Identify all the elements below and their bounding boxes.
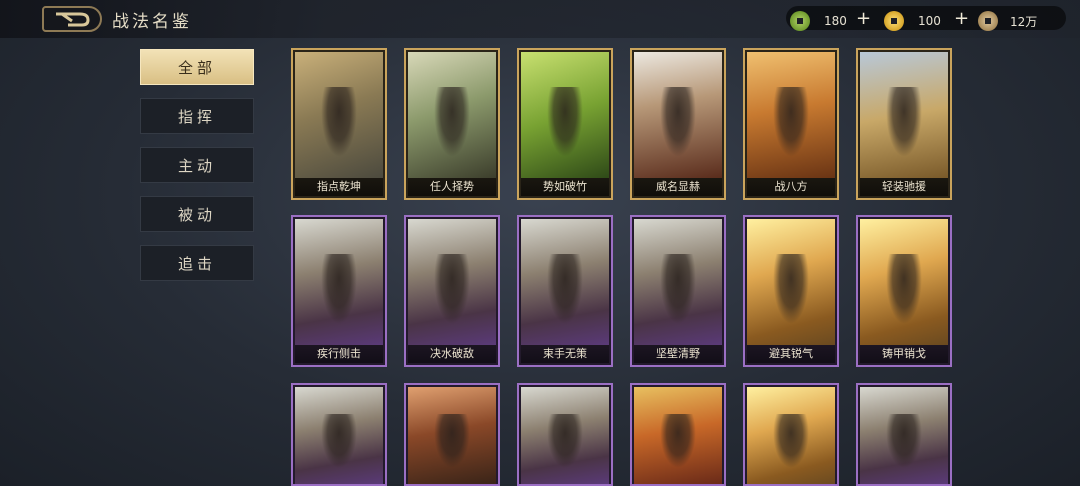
- resource-value: 180: [824, 14, 847, 28]
- card-art: [634, 219, 722, 345]
- tactic-card[interactable]: 束手无策: [517, 215, 613, 367]
- card-name: 任人择势: [408, 178, 496, 196]
- resource-jade[interactable]: 180: [790, 11, 847, 31]
- card-art: [408, 219, 496, 345]
- card-name: 铸甲销戈: [860, 345, 948, 363]
- card-art: [521, 219, 609, 345]
- tactic-card[interactable]: 铸甲销戈: [856, 215, 952, 367]
- card-art: [747, 52, 835, 178]
- page-title: 战法名鉴: [112, 12, 192, 32]
- resource-gold[interactable]: 100: [884, 11, 941, 31]
- card-name: 轻装驰援: [860, 178, 948, 196]
- tactic-card[interactable]: 决水破敌: [404, 215, 500, 367]
- resource-bar: 180 + 100 + 12万: [786, 6, 1066, 31]
- add-gold-button[interactable]: +: [954, 10, 969, 28]
- card-art: [521, 387, 609, 484]
- card-name: 避其锐气: [747, 345, 835, 363]
- card-name: 坚壁清野: [634, 345, 722, 363]
- card-name: 疾行侧击: [295, 345, 383, 363]
- filter-pursuit-tab[interactable]: 追击: [140, 245, 254, 281]
- card-art: [634, 387, 722, 484]
- card-art: [860, 219, 948, 345]
- jade-coin-icon: [790, 11, 810, 31]
- filter-passive-tab[interactable]: 被动: [140, 196, 254, 232]
- tactic-card[interactable]: [743, 383, 839, 486]
- tactic-card[interactable]: [404, 383, 500, 486]
- resource-value: 12万: [1010, 14, 1038, 29]
- card-name: 威名显赫: [634, 178, 722, 196]
- filter-active-tab[interactable]: 主动: [140, 147, 254, 183]
- add-jade-button[interactable]: +: [856, 10, 871, 28]
- tactic-card[interactable]: 战八方: [743, 48, 839, 200]
- card-name: 决水破敌: [408, 345, 496, 363]
- resource-bronze[interactable]: 12万: [978, 11, 1037, 31]
- card-name: 束手无策: [521, 345, 609, 363]
- tactic-card[interactable]: 避其锐气: [743, 215, 839, 367]
- tactic-card[interactable]: 势如破竹: [517, 48, 613, 200]
- card-art: [408, 387, 496, 484]
- card-name: 指点乾坤: [295, 178, 383, 196]
- card-art: [521, 52, 609, 178]
- card-art: [747, 387, 835, 484]
- filter-command-tab[interactable]: 指挥: [140, 98, 254, 134]
- card-art: [860, 52, 948, 178]
- filter-all-tab[interactable]: 全部: [140, 49, 254, 85]
- card-art: [747, 219, 835, 345]
- bronze-coin-icon: [978, 11, 998, 31]
- top-bar: 战法名鉴 180 + 100 + 12万: [0, 0, 1080, 38]
- tactic-card[interactable]: [291, 383, 387, 486]
- card-art: [634, 52, 722, 178]
- tactic-card[interactable]: 疾行侧击: [291, 215, 387, 367]
- tactic-card[interactable]: [856, 383, 952, 486]
- back-arrow-icon: [56, 12, 90, 27]
- card-art: [295, 52, 383, 178]
- tactic-card[interactable]: [517, 383, 613, 486]
- gold-coin-icon: [884, 11, 904, 31]
- card-name: 势如破竹: [521, 178, 609, 196]
- card-art: [408, 52, 496, 178]
- tactic-card[interactable]: 坚壁清野: [630, 215, 726, 367]
- card-art: [860, 387, 948, 484]
- card-name: 战八方: [747, 178, 835, 196]
- card-art: [295, 219, 383, 345]
- back-button[interactable]: [42, 6, 102, 32]
- tactic-card[interactable]: [630, 383, 726, 486]
- card-art: [295, 387, 383, 484]
- tactic-card[interactable]: 轻装驰援: [856, 48, 952, 200]
- tactic-card[interactable]: 指点乾坤: [291, 48, 387, 200]
- tactic-card[interactable]: 任人择势: [404, 48, 500, 200]
- resource-value: 100: [918, 14, 941, 28]
- tactic-card[interactable]: 威名显赫: [630, 48, 726, 200]
